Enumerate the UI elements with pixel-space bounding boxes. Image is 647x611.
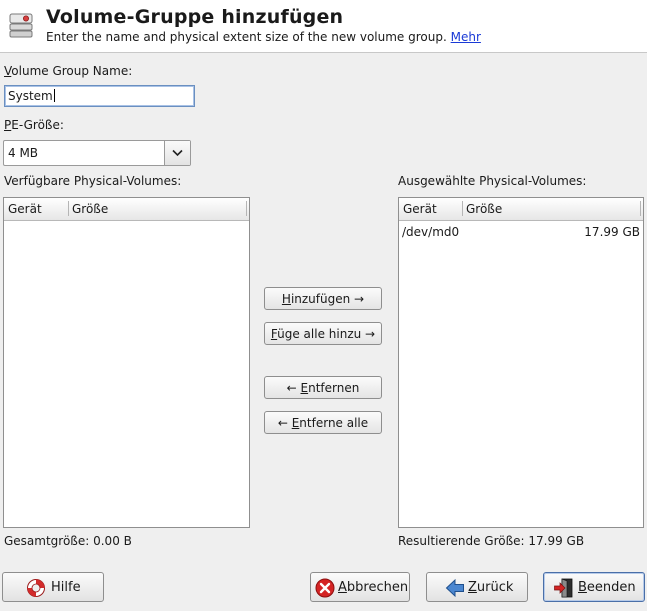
remove-all-button[interactable]: ← Entferne alle — [264, 411, 382, 434]
row-device: /dev/md0 — [402, 225, 460, 239]
help-button[interactable]: Hilfe — [2, 572, 104, 602]
add-button[interactable]: Hinzufügen → — [264, 287, 382, 310]
exit-door-icon — [554, 578, 573, 598]
pe-size-combobox[interactable]: 4 MB — [3, 140, 191, 166]
column-header-device[interactable]: Gerät — [8, 202, 42, 216]
available-pv-table[interactable]: Gerät Größe — [3, 197, 250, 528]
available-total-size: Gesamtgröße: 0.00 B — [4, 534, 132, 548]
remove-button[interactable]: ← Entfernen — [264, 376, 382, 399]
column-separator — [462, 201, 463, 216]
cancel-button[interactable]: Abbrechen — [310, 572, 410, 602]
column-header-size[interactable]: Größe — [466, 202, 502, 216]
header-divider — [0, 52, 647, 53]
column-separator — [68, 201, 69, 216]
selected-pv-header: Gerät Größe — [399, 198, 643, 221]
vg-name-label: Volume Group Name: — [4, 64, 133, 78]
back-button-label: Zurück — [468, 580, 514, 595]
selected-pv-table[interactable]: Gerät Größe /dev/md0 17.99 GB — [398, 197, 644, 528]
page-subtitle: Enter the name and physical extent size … — [46, 30, 481, 44]
vg-name-input[interactable]: System — [4, 85, 195, 107]
column-separator — [246, 201, 247, 216]
back-button[interactable]: Zurück — [426, 572, 528, 602]
table-row[interactable]: /dev/md0 17.99 GB — [399, 222, 643, 242]
pe-size-value: 4 MB — [8, 146, 39, 160]
row-size: 17.99 GB — [584, 225, 640, 239]
chevron-down-icon — [172, 149, 183, 157]
page-title: Volume-Gruppe hinzufügen — [46, 6, 344, 28]
selected-pv-title: Ausgewählte Physical-Volumes: — [398, 174, 587, 188]
available-pv-title: Verfügbare Physical-Volumes: — [4, 174, 182, 188]
help-button-label: Hilfe — [51, 580, 81, 595]
cancel-button-label: Abbrechen — [338, 580, 409, 595]
add-all-button[interactable]: Füge alle hinzu → — [264, 322, 382, 345]
cancel-icon — [315, 578, 335, 598]
column-header-size[interactable]: Größe — [72, 202, 108, 216]
selected-total-size: Resultierende Größe: 17.99 GB — [398, 534, 585, 548]
finish-button[interactable]: Beenden — [543, 572, 645, 602]
disk-group-icon — [9, 13, 33, 38]
available-pv-header: Gerät Größe — [4, 198, 249, 221]
subtitle-text: Enter the name and physical extent size … — [46, 30, 447, 44]
lifebuoy-icon — [27, 579, 45, 597]
text-caret — [53, 89, 55, 102]
arrow-left-icon — [445, 578, 464, 598]
more-link[interactable]: Mehr — [451, 30, 481, 44]
finish-button-label: Beenden — [578, 580, 636, 595]
column-header-device[interactable]: Gerät — [403, 202, 437, 216]
pe-size-dropdown-button[interactable] — [164, 141, 190, 165]
column-separator — [640, 201, 641, 216]
pe-size-label: PE-Größe: — [4, 118, 64, 132]
